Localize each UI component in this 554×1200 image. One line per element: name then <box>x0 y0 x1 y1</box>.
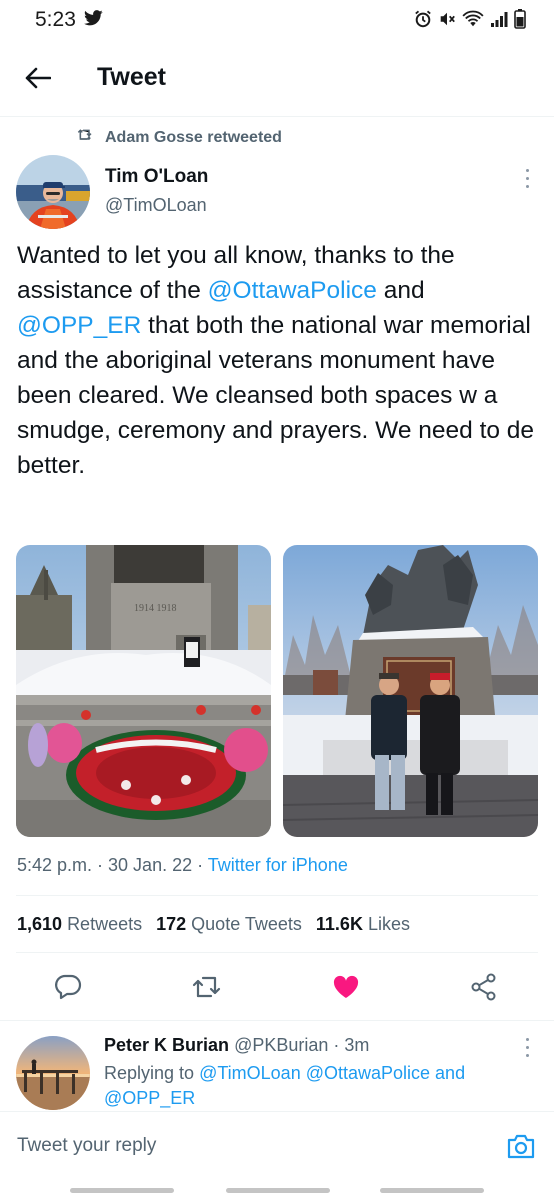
more-options-button[interactable] <box>519 166 535 190</box>
more-dot <box>525 168 529 172</box>
top-app-bar: Tweet <box>0 50 554 108</box>
battery-icon <box>514 9 526 34</box>
reply-input[interactable] <box>17 1135 477 1157</box>
divider <box>16 895 538 896</box>
tweet-timestamp-line: 5:42 p.m. · 30 Jan. 22 · Twitter for iPh… <box>17 855 348 876</box>
retweets-stat[interactable]: 1,610 Retweets <box>17 914 142 935</box>
mention-link[interactable]: @OPP_ER <box>17 312 141 339</box>
more-dot <box>525 1053 529 1057</box>
camera-button[interactable] <box>506 1132 538 1162</box>
status-time: 5:23 <box>35 8 76 31</box>
likes-count: 11.6K <box>315 914 363 934</box>
tweet-source-link[interactable]: Twitter for iPhone <box>208 855 348 875</box>
retweeted-by-label[interactable]: Adam Gosse retweeted <box>105 129 282 147</box>
more-dot <box>525 184 529 188</box>
replying-to-label: Replying to <box>104 1063 200 1083</box>
replying-to-line: Replying to @TimOLoan @OttawaPolice and … <box>104 1061 524 1111</box>
reply-compose-bar <box>0 1111 554 1181</box>
tweet-stats: 1,610 Retweets 172 Quote Tweets 11.6K Li… <box>17 914 410 935</box>
author-name[interactable]: Tim O'Loan <box>105 166 208 188</box>
tweet-text: Wanted to let you all know, thanks to th… <box>17 238 542 483</box>
likes-stat[interactable]: 11.6K Likes <box>316 914 410 935</box>
reply-icon <box>54 974 82 1005</box>
more-dot <box>525 1037 529 1041</box>
divider <box>16 952 538 953</box>
mute-icon <box>438 10 456 33</box>
more-dot <box>525 176 529 180</box>
share-icon <box>470 973 498 1006</box>
photo-war-memorial[interactable]: 1914 1918 <box>16 545 271 837</box>
svg-text:1914 1918: 1914 1918 <box>134 603 177 614</box>
wifi-icon <box>462 10 484 33</box>
signal-icon <box>490 10 508 33</box>
replying-to-and: and <box>430 1063 466 1083</box>
reply-author-avatar[interactable] <box>16 1036 90 1110</box>
like-icon-filled <box>332 974 360 1005</box>
quote-tweets-stat[interactable]: 172 Quote Tweets <box>156 914 302 935</box>
reply-header: Peter K Burian @PKBurian · 3m <box>104 1035 369 1056</box>
retweet-indicator: Adam Gosse retweeted <box>77 128 282 147</box>
mention-link[interactable]: @TimOLoan <box>199 1063 301 1083</box>
mention-link[interactable]: @OPP_ER <box>104 1088 195 1108</box>
retweet-button[interactable] <box>192 974 222 1004</box>
quote-tweets-count: 172 <box>156 914 187 934</box>
status-icons <box>414 9 526 34</box>
nav-gesture-handle <box>70 1188 174 1193</box>
like-button[interactable] <box>331 974 361 1004</box>
status-bar: 5:23 <box>0 0 554 40</box>
mention-link[interactable]: @OttawaPolice <box>306 1063 430 1083</box>
back-button[interactable] <box>22 64 54 96</box>
tweet-text-part: and <box>376 277 425 304</box>
share-button[interactable] <box>469 973 499 1006</box>
reply-time: · 3m <box>328 1035 370 1055</box>
divider <box>0 1020 554 1021</box>
retweet-small-icon <box>77 128 93 147</box>
header-divider <box>0 116 554 117</box>
twitter-bird-icon <box>84 10 103 31</box>
tweet-actions <box>0 966 554 1012</box>
photo-aboriginal-veterans-monument[interactable] <box>283 545 538 837</box>
tweet-timestamp: 5:42 p.m. · 30 Jan. 22 · <box>17 855 208 875</box>
reply-author-name[interactable]: Peter K Burian <box>104 1035 229 1055</box>
retweets-count: 1,610 <box>17 914 63 934</box>
tweet-media: 1914 1918 <box>16 545 538 837</box>
arrow-left-icon <box>25 67 52 94</box>
more-dot <box>525 1045 529 1049</box>
page-title: Tweet <box>97 63 166 91</box>
likes-label: Likes <box>367 914 410 934</box>
nav-gesture-handle <box>380 1188 484 1193</box>
camera-icon <box>506 1134 536 1164</box>
nav-gesture-handle <box>226 1188 330 1193</box>
mention-link[interactable]: @OttawaPolice <box>208 277 377 304</box>
retweets-label: Retweets <box>67 914 143 934</box>
alarm-icon <box>414 10 432 33</box>
author-avatar[interactable] <box>16 155 90 229</box>
retweet-icon <box>192 974 222 1005</box>
reply-button[interactable] <box>53 974 83 1004</box>
quote-tweets-label: Quote Tweets <box>191 914 302 934</box>
reply-author-handle[interactable]: @PKBurian <box>234 1035 328 1055</box>
reply-more-options-button[interactable] <box>519 1035 535 1059</box>
author-handle[interactable]: @TimOLoan <box>105 195 207 216</box>
